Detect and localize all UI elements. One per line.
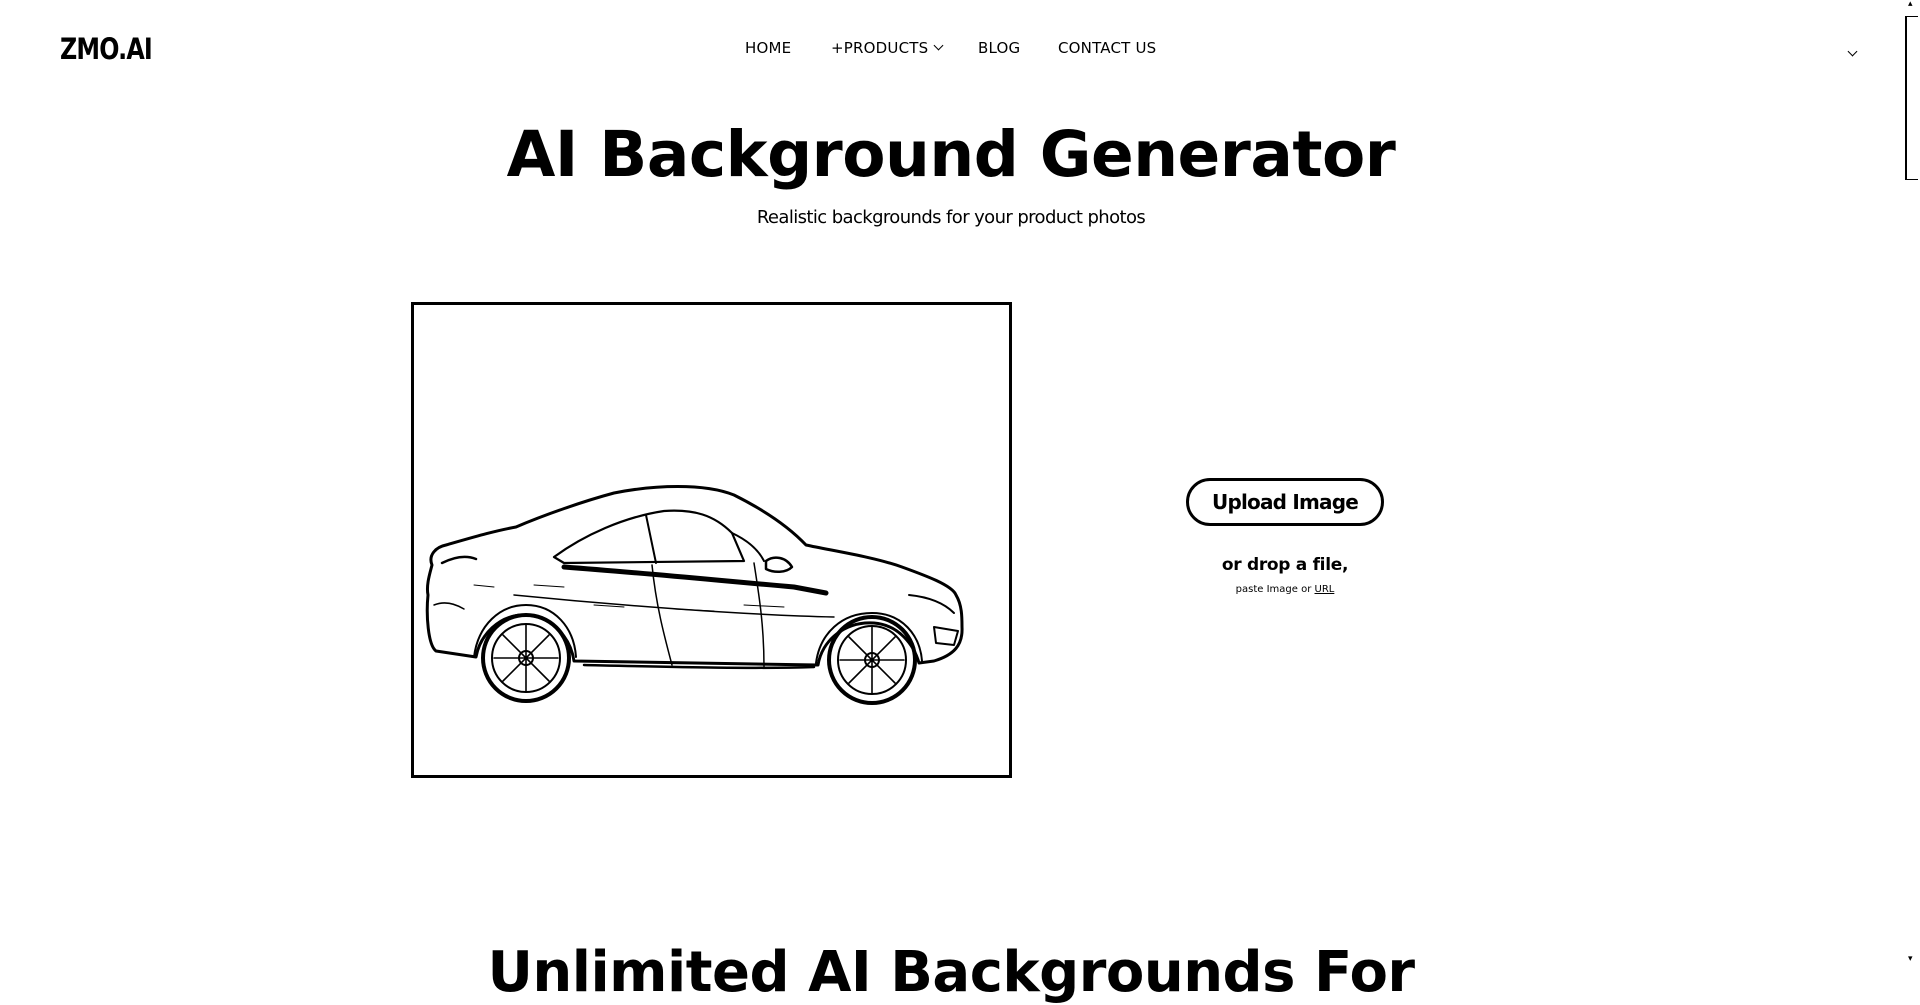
nav-products-link[interactable]: +PRODUCTS [831, 39, 944, 57]
account-menu-toggle[interactable] [1842, 44, 1858, 63]
drop-file-hint: or drop a file, [1221, 555, 1349, 575]
nav-contact-link[interactable]: CONTACT US [1058, 39, 1156, 57]
paste-hint: paste Image or URL [1186, 584, 1384, 595]
page-scrollbar[interactable]: ▴ ▾ [1902, 0, 1920, 968]
upload-image-button[interactable]: Upload Image [1186, 478, 1384, 526]
section-heading: Unlimited AI Backgrounds For [487, 940, 1415, 1005]
car-icon [425, 485, 964, 705]
scrollbar-thumb[interactable] [1905, 16, 1918, 180]
paste-url-link[interactable]: URL [1315, 584, 1335, 595]
page-title: AI Background Generator [506, 118, 1396, 191]
nav-home-link[interactable]: HOME [745, 39, 791, 57]
scroll-up-arrow-icon[interactable]: ▴ [1908, 0, 1913, 9]
chevron-down-icon [1847, 46, 1858, 57]
page-subtitle: Realistic backgrounds for your product p… [756, 207, 1146, 228]
nav-blog-link[interactable]: BLOG [978, 39, 1020, 57]
nav-products-label: +PRODUCTS [831, 39, 929, 57]
logo[interactable]: ZMO.AI [60, 32, 153, 66]
scroll-down-arrow-icon[interactable]: ▾ [1908, 955, 1913, 964]
sample-image-preview [411, 302, 1012, 778]
paste-hint-text: paste Image or [1235, 584, 1312, 595]
chevron-down-icon [933, 40, 944, 51]
top-navbar: ZMO.AI HOME +PRODUCTS BLOG CONTACT US [0, 0, 1920, 100]
